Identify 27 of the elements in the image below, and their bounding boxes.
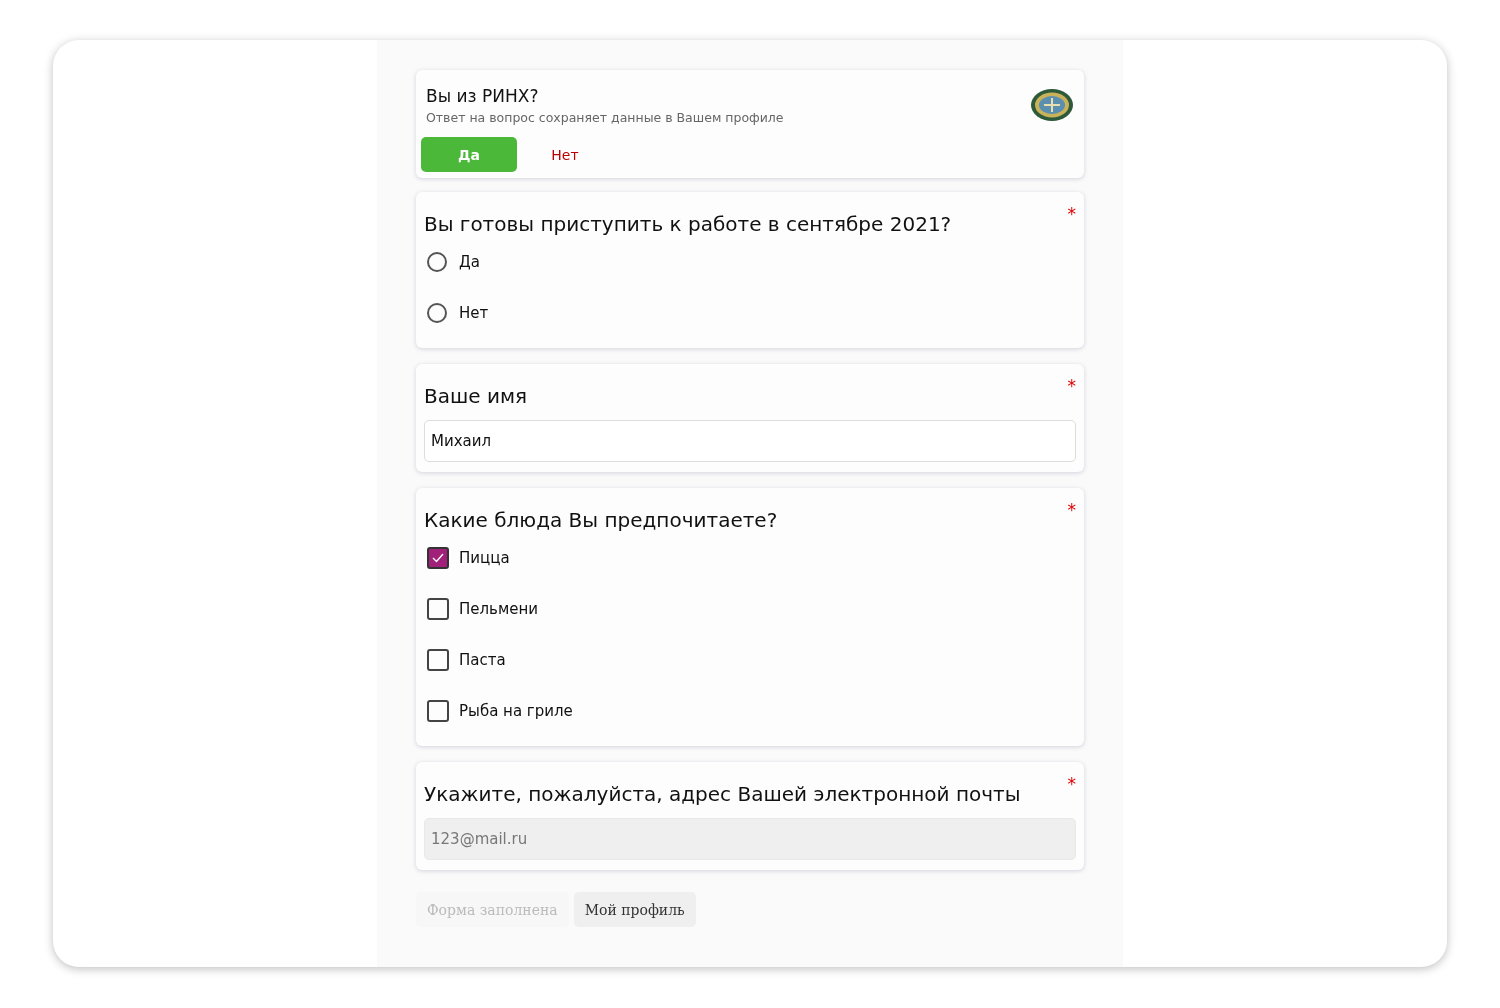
question-title: Вы готовы приступить к работе в сентябре 2021? (424, 211, 952, 236)
checkbox[interactable] (427, 546, 449, 569)
emblem-icon (1030, 88, 1074, 122)
required-mark: * (1067, 774, 1076, 796)
required-mark: * (1067, 500, 1076, 522)
option-label: Рыба на гриле (459, 701, 573, 720)
answer-button[interactable]: Нет (517, 137, 613, 172)
checkmark-icon (431, 551, 445, 564)
radio-button[interactable] (427, 302, 447, 323)
required-mark: * (1067, 376, 1076, 398)
checkbox[interactable] (427, 648, 449, 671)
checkbox[interactable] (427, 597, 449, 620)
card-subtitle: Ответ на вопрос сохраняет данные в Вашем профиле (426, 110, 784, 125)
card-title: Вы из РИНХ? (426, 86, 540, 106)
question-title: Какие блюда Вы предпочитаете? (424, 507, 778, 532)
option-label: Паста (459, 650, 506, 669)
checkbox[interactable] (427, 699, 449, 722)
required-mark: * (1067, 204, 1076, 226)
option-label: Пицца (459, 548, 510, 567)
question-title: Укажите, пожалуйста, адрес Вашей электронной почты (424, 781, 1021, 806)
option-label: Да (459, 252, 480, 271)
input-field[interactable]: Михаил (424, 420, 1076, 462)
option-label: Нет (459, 303, 489, 322)
profile-button[interactable]: Мой профиль (573, 892, 696, 927)
radio-button[interactable] (427, 251, 447, 272)
option-label: Пельмени (459, 599, 539, 618)
question-title: Ваше имя (424, 383, 528, 408)
